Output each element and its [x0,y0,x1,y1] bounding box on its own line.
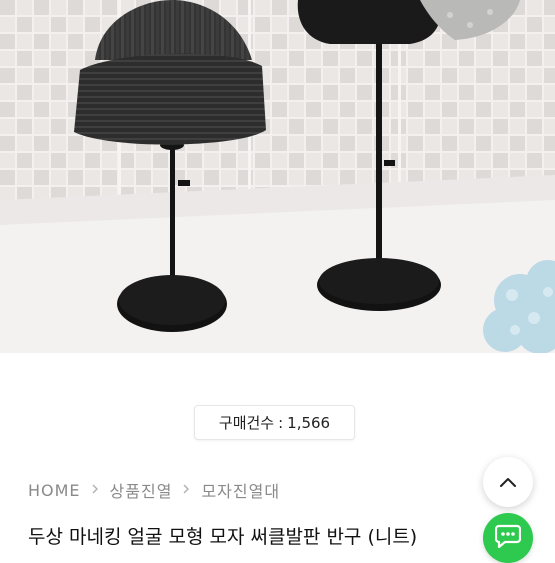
chevron-right-icon [183,483,190,497]
chat-bubble-icon [494,524,522,552]
chevron-up-icon [499,473,517,492]
product-title: 두상 마네킹 얼굴 모형 모자 써클발판 반구 (니트) [28,526,418,548]
chat-button[interactable] [483,513,533,563]
purchase-count-separator: : [278,413,284,432]
purchase-count-badge: 구매건수 : 1,566 [194,405,355,440]
purchase-count-label: 구매건수 [218,414,275,432]
breadcrumb-category[interactable]: 상품진열 [110,478,173,502]
breadcrumb: HOME 상품진열 모자진열대 [28,478,280,502]
breadcrumb-home[interactable]: HOME [28,481,81,500]
breadcrumb-subcategory[interactable]: 모자진열대 [201,478,280,502]
product-image[interactable] [0,0,555,353]
scroll-top-button[interactable] [483,457,533,507]
purchase-count-value: 1,566 [287,413,331,432]
chevron-right-icon [92,483,99,497]
product-photo [0,0,555,353]
